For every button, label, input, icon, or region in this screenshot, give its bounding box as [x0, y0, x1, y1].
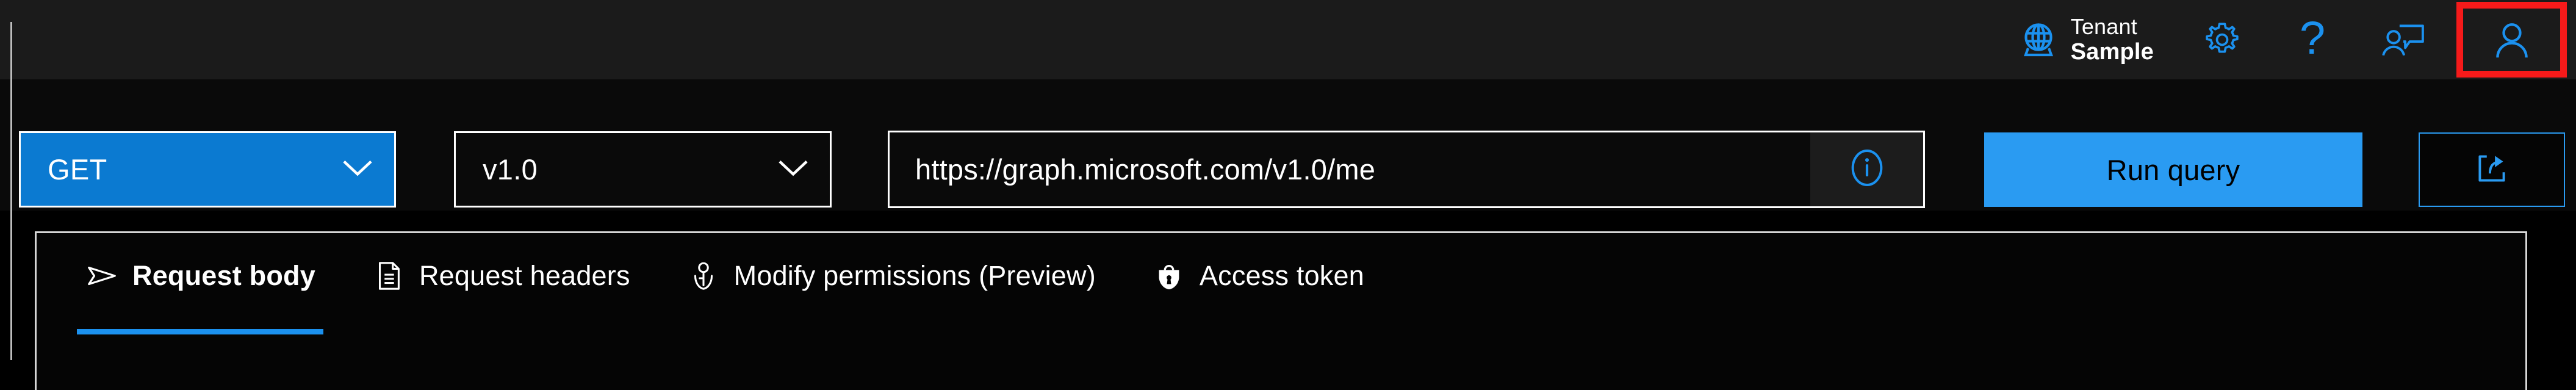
header-actions: Tenant Sample ? — [2012, 0, 2576, 79]
top-header-bar: Tenant Sample ? — [0, 0, 2576, 79]
http-method-select[interactable]: GET — [19, 131, 396, 208]
question-mark-icon: ? — [2299, 12, 2326, 64]
request-tabs-panel: Request body Request headers Modify perm… — [35, 231, 2527, 390]
tab-request-body[interactable]: Request body — [57, 233, 344, 334]
info-icon — [1846, 146, 1888, 192]
run-query-button[interactable]: Run query — [1984, 132, 2362, 207]
help-button[interactable]: ? — [2275, 2, 2350, 78]
shield-lock-icon — [1152, 259, 1186, 293]
person-feedback-icon — [2380, 20, 2425, 60]
tab-modify-permissions[interactable]: Modify permissions (Preview) — [658, 233, 1124, 319]
active-tab-underline — [77, 329, 323, 334]
key-icon — [686, 259, 721, 293]
query-url-field[interactable] — [888, 131, 1925, 208]
globe-icon — [2020, 21, 2057, 59]
tenant-label: Tenant — [2070, 13, 2137, 39]
share-query-button[interactable] — [2419, 132, 2565, 207]
tab-access-token[interactable]: Access token — [1124, 233, 1392, 319]
tab-request-headers[interactable]: Request headers — [344, 233, 658, 319]
profile-button[interactable] — [2456, 2, 2567, 78]
tab-label: Modify permissions (Preview) — [733, 260, 1096, 291]
settings-button[interactable] — [2184, 2, 2260, 78]
chevron-down-icon — [777, 157, 809, 181]
tab-label: Request headers — [419, 260, 630, 291]
left-rail-divider — [10, 22, 12, 360]
run-query-label: Run query — [2106, 153, 2240, 186]
query-url-input[interactable] — [890, 132, 1810, 206]
share-icon — [2472, 148, 2512, 192]
document-lines-icon — [372, 259, 406, 293]
request-tabs: Request body Request headers Modify perm… — [37, 233, 1392, 362]
feedback-button[interactable] — [2365, 2, 2441, 78]
tenant-selector[interactable]: Tenant Sample — [2012, 0, 2161, 79]
api-version-select[interactable]: v1.0 — [454, 131, 832, 208]
tenant-name: Sample — [2070, 38, 2154, 65]
send-arrow-icon — [85, 259, 119, 293]
chevron-down-icon — [342, 157, 373, 181]
person-icon — [2490, 18, 2534, 62]
tab-label: Access token — [1199, 260, 1364, 291]
url-info-button[interactable] — [1810, 132, 1923, 206]
graph-explorer-window: Tenant Sample ? GET v1.0 https://graph.m… — [0, 0, 2576, 390]
tab-label: Request body — [132, 260, 315, 291]
api-version-value: v1.0 — [483, 153, 538, 186]
gear-icon — [2202, 20, 2242, 60]
tenant-text: Tenant Sample — [2071, 14, 2154, 65]
http-method-value: GET — [48, 153, 107, 186]
